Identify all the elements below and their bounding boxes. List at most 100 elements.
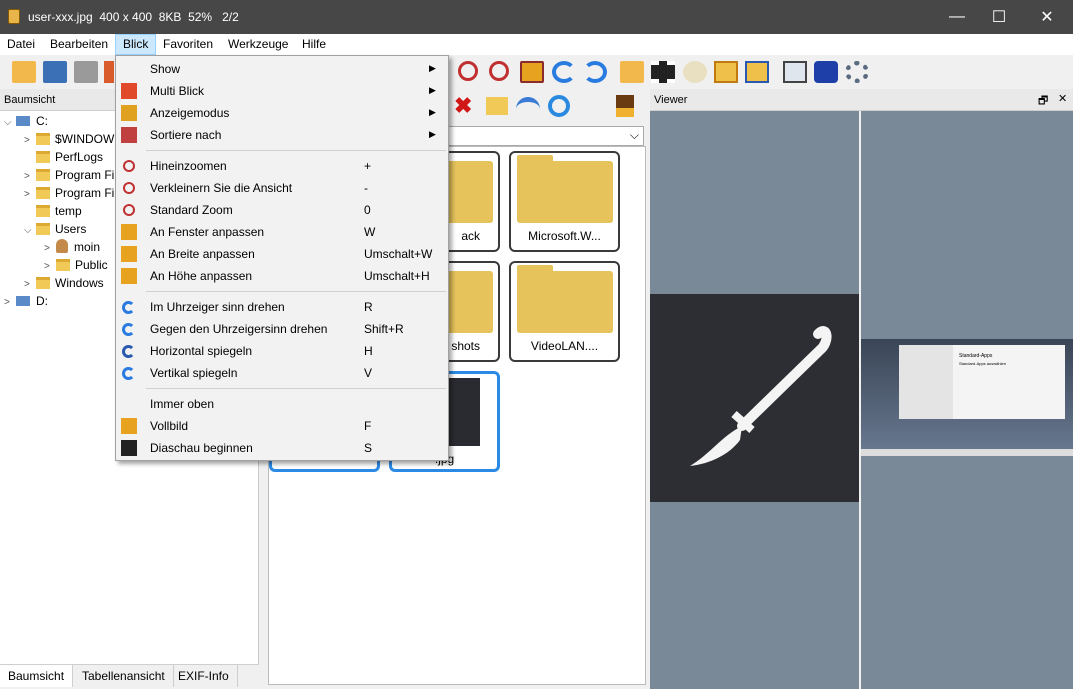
viewer-cell bbox=[650, 111, 859, 689]
camera-icon[interactable] bbox=[814, 61, 838, 83]
menu-separator bbox=[146, 291, 446, 292]
display-mode-icon bbox=[121, 105, 137, 121]
submenu-arrow-icon: ▶ bbox=[429, 85, 436, 95]
tree-item-label: D: bbox=[36, 294, 48, 308]
open-folder-icon[interactable] bbox=[12, 61, 36, 83]
menu-item-rotate-ccw[interactable]: Gegen den Uhrzeigersinn drehen Shift+R bbox=[116, 318, 448, 340]
menu-item-flip-h[interactable]: Horizontal spiegeln H bbox=[116, 340, 448, 362]
fullscreen-icon bbox=[121, 418, 137, 434]
new-folder-icon[interactable] bbox=[486, 97, 508, 115]
fit-window-icon[interactable] bbox=[520, 61, 544, 83]
rotate-cw-icon[interactable] bbox=[552, 61, 576, 83]
left-tabs: Baumsicht Tabellenansicht EXIF-Info bbox=[0, 664, 259, 689]
tree-item-label: temp bbox=[55, 204, 82, 218]
menu-item-label: Vertikal spiegeln bbox=[150, 366, 238, 380]
preview-subheading: Standard-Apps auswählen bbox=[959, 361, 1006, 366]
tab-tabellenansicht[interactable]: Tabellenansicht bbox=[74, 665, 174, 687]
menu-item-label: Sortiere nach bbox=[150, 128, 222, 142]
maximize-button[interactable]: ☐ bbox=[976, 0, 1022, 34]
title-bar: user-xxx.jpg 400 x 400 8KB 52% 2/2 — ☐ ✕ bbox=[0, 0, 1073, 34]
tab-exif-info[interactable]: EXIF-Info bbox=[170, 665, 238, 687]
menu-werkzeuge[interactable]: Werkzeuge bbox=[221, 34, 295, 55]
resize-icon[interactable] bbox=[714, 61, 738, 83]
menu-item-display-mode[interactable]: Anzeigemodus ▶ bbox=[116, 102, 448, 124]
tab-baumsicht[interactable]: Baumsicht bbox=[0, 665, 74, 687]
refresh-icon[interactable] bbox=[548, 95, 570, 117]
menu-favoriten[interactable]: Favoriten bbox=[156, 34, 220, 55]
menu-item-zoom-in[interactable]: Hineinzoomen + bbox=[116, 155, 448, 177]
undo-icon[interactable] bbox=[516, 97, 540, 115]
crop-icon[interactable] bbox=[745, 61, 769, 83]
menu-item-label: Standard Zoom bbox=[150, 203, 233, 217]
menu-item-fit-height[interactable]: An Höhe anpassen Umschalt+H bbox=[116, 265, 448, 287]
shortcut-key: R bbox=[364, 300, 373, 314]
menu-bar: Datei Bearbeiten Blick Favoriten Werkzeu… bbox=[0, 34, 1073, 55]
zoom-default-icon[interactable] bbox=[489, 61, 509, 81]
save-icon[interactable] bbox=[43, 61, 67, 83]
scan-icon[interactable] bbox=[783, 61, 807, 83]
fullscreen-icon[interactable] bbox=[620, 61, 644, 83]
viewer-close-button[interactable]: ✕ bbox=[1058, 92, 1067, 105]
drive-icon bbox=[16, 296, 30, 306]
shortcut-key: Shift+R bbox=[364, 322, 404, 336]
expand-toggle-icon[interactable]: ⌵ bbox=[24, 222, 36, 240]
menu-item-fit-width[interactable]: An Breite anpassen Umschalt+W bbox=[116, 243, 448, 265]
menu-item-label: Gegen den Uhrzeigersinn drehen bbox=[150, 322, 328, 336]
menu-hilfe[interactable]: Hilfe bbox=[295, 34, 333, 55]
fit-height-icon bbox=[121, 268, 137, 284]
menu-item-always-on-top[interactable]: Immer oben bbox=[116, 393, 448, 415]
folder-icon bbox=[36, 223, 50, 235]
broom-icon[interactable] bbox=[616, 95, 634, 117]
menu-item-label: An Breite anpassen bbox=[150, 247, 255, 261]
menu-item-flip-v[interactable]: Vertikal spiegeln V bbox=[116, 362, 448, 384]
menu-separator bbox=[146, 150, 446, 151]
menu-item-fullscreen[interactable]: Vollbild F bbox=[116, 415, 448, 437]
restore-button[interactable]: 🗗 bbox=[1038, 92, 1048, 111]
viewer-cell: Standard-Apps Standard-Apps auswählen bbox=[861, 111, 1073, 689]
palette-icon[interactable] bbox=[683, 61, 707, 83]
print-icon[interactable] bbox=[74, 61, 98, 83]
menu-item-fit-window[interactable]: An Fenster anpassen W bbox=[116, 221, 448, 243]
expand-toggle-icon[interactable]: ⌵ bbox=[4, 114, 16, 132]
flip-v-icon bbox=[122, 367, 135, 380]
brush-image bbox=[650, 294, 859, 502]
expand-toggle-icon[interactable]: > bbox=[4, 294, 16, 312]
shortcut-key: H bbox=[364, 344, 373, 358]
menu-item-label: Show bbox=[150, 62, 181, 76]
menu-bearbeiten[interactable]: Bearbeiten bbox=[43, 34, 115, 55]
close-button[interactable]: ✕ bbox=[1024, 0, 1070, 34]
slideshow-icon[interactable] bbox=[651, 61, 675, 83]
thumbnail-folder[interactable]: VideoLAN.... bbox=[509, 261, 620, 362]
menu-item-multi-view[interactable]: Multi Blick ▶ bbox=[116, 80, 448, 102]
gear-icon[interactable] bbox=[845, 61, 869, 83]
delete-icon[interactable]: ✖ bbox=[454, 95, 478, 117]
folder-icon bbox=[516, 265, 613, 333]
menu-blick[interactable]: Blick bbox=[115, 34, 157, 55]
rotate-ccw-icon[interactable] bbox=[583, 61, 607, 83]
shortcut-key: W bbox=[364, 225, 376, 239]
menu-item-label: An Fenster anpassen bbox=[150, 225, 265, 239]
zoom-out-icon[interactable] bbox=[458, 61, 478, 81]
menu-item-sort[interactable]: Sortiere nach ▶ bbox=[116, 124, 448, 146]
viewer-title: Viewer bbox=[650, 89, 1073, 111]
menu-item-zoom-default[interactable]: Standard Zoom 0 bbox=[116, 199, 448, 221]
tree-item-label: moin bbox=[74, 240, 101, 254]
menu-item-rotate-cw[interactable]: Im Uhrzeiger sinn drehen R bbox=[116, 296, 448, 318]
menu-item-zoom-out[interactable]: Verkleinern Sie die Ansicht - bbox=[116, 177, 448, 199]
multi-view-icon[interactable] bbox=[104, 61, 114, 83]
menu-item-show[interactable]: Show ▶ bbox=[116, 58, 448, 80]
menu-item-label: An Höhe anpassen bbox=[150, 269, 253, 283]
shortcut-key: S bbox=[364, 441, 373, 455]
menu-item-slideshow[interactable]: Diaschau beginnen S bbox=[116, 437, 448, 459]
shortcut-key: F bbox=[364, 419, 372, 433]
folder-icon bbox=[36, 133, 50, 145]
menu-item-label: Hineinzoomen bbox=[150, 159, 227, 173]
flip-h-icon bbox=[122, 345, 135, 358]
folder-icon bbox=[36, 169, 50, 181]
menu-item-label: Immer oben bbox=[150, 397, 215, 411]
minimize-button[interactable]: — bbox=[934, 0, 980, 34]
menu-item-label: Verkleinern Sie die Ansicht bbox=[150, 181, 293, 195]
menu-datei[interactable]: Datei bbox=[0, 34, 42, 55]
path-combo[interactable]: ⌵ bbox=[448, 126, 644, 146]
thumbnail-folder[interactable]: Microsoft.W... bbox=[509, 151, 620, 252]
